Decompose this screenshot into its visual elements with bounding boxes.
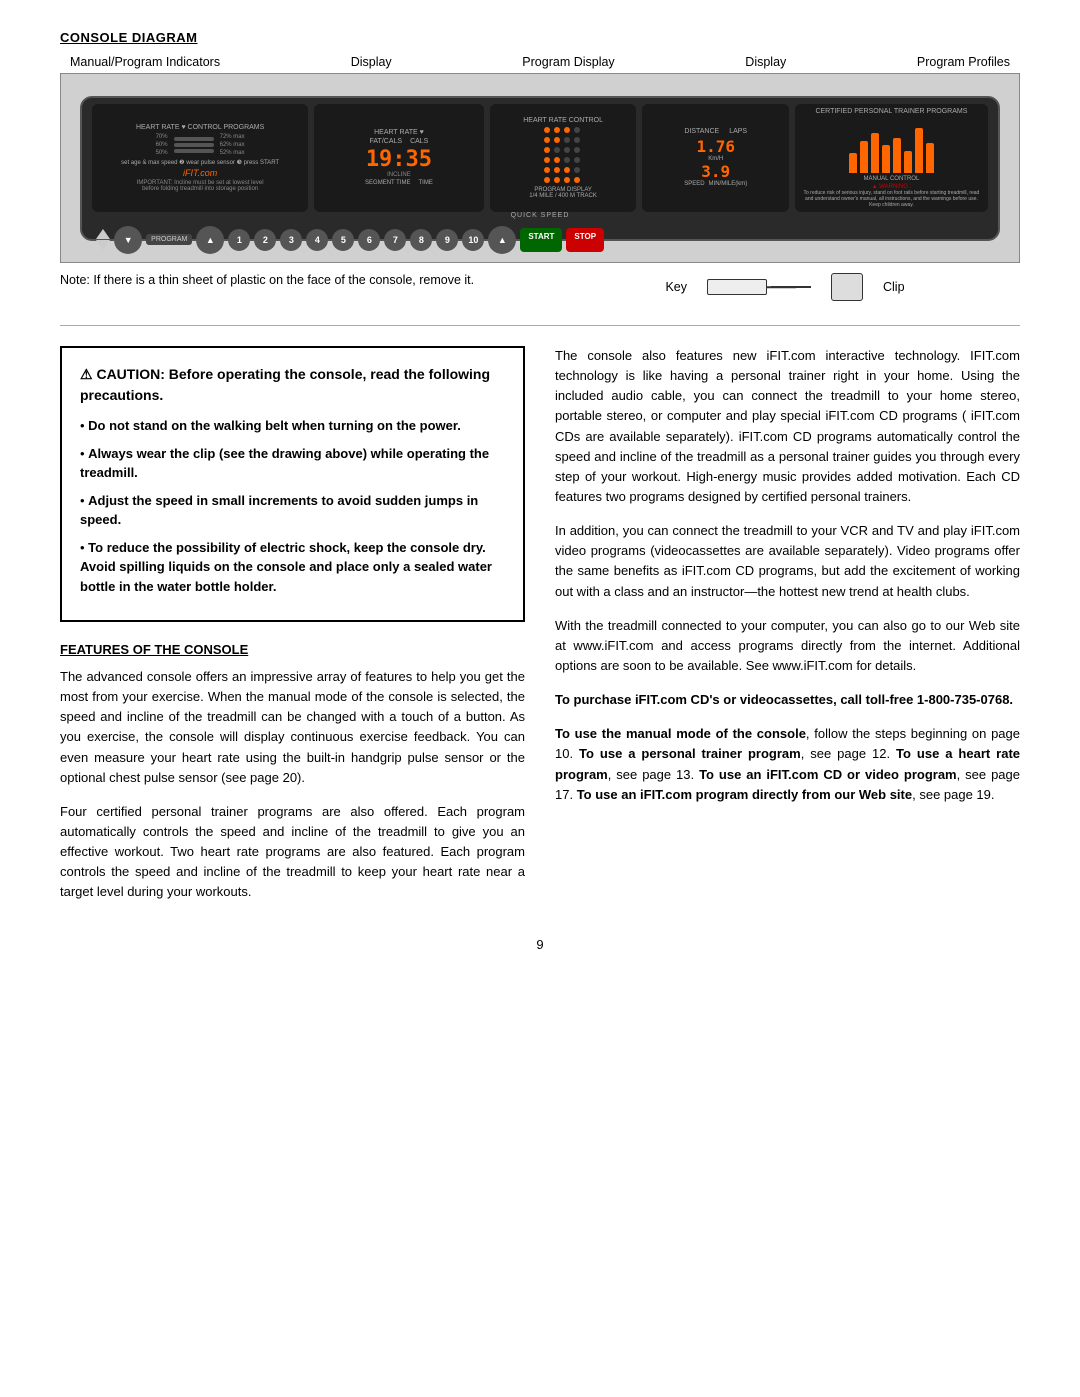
- features-title: FEATURES OF THE CONSOLE: [60, 642, 525, 657]
- incline-up-arrow[interactable]: [96, 229, 110, 239]
- label-program-profiles: Program Profiles: [917, 55, 1010, 69]
- clip-shape: [831, 273, 863, 301]
- profile-bars: [849, 118, 934, 173]
- note-text: Note: If there is a thin sheet of plasti…: [60, 273, 530, 287]
- num-btn-7[interactable]: 7: [384, 229, 406, 251]
- stop-button[interactable]: STOP: [566, 228, 604, 252]
- console-buttons-row: ▼ PROGRAM ▲ 1 2 3 4 5 6 7 8 9 10: [92, 226, 988, 254]
- caution-item-2: Always wear the clip (see the drawing ab…: [80, 444, 505, 483]
- right-paragraph-3: With the treadmill connected to your com…: [555, 616, 1020, 676]
- num-btn-3[interactable]: 3: [280, 229, 302, 251]
- heart-rate-section: HEART RATE ♥ CONTROL PROGRAMS 70% 60% 50…: [92, 104, 308, 212]
- note-content: Note: If there is a thin sheet of plasti…: [60, 273, 474, 287]
- time-display-section: HEART RATE ♥ FAT/CALS CALS 19:35 INCLINE…: [314, 104, 484, 212]
- key-assembly: [707, 279, 811, 295]
- num-btn-10[interactable]: 10: [462, 229, 484, 251]
- left-column: ⚠ CAUTION: Before operating the console,…: [60, 346, 525, 917]
- caution-item-4: To reduce the possibility of electric sh…: [80, 538, 505, 597]
- features-paragraph-1: The advanced console offers an impressiv…: [60, 667, 525, 788]
- num-btn-9[interactable]: 9: [436, 229, 458, 251]
- buttons-area: QUICK SPEED ▼ PROGRAM ▲ 1 2: [92, 212, 988, 254]
- num-btn-6[interactable]: 6: [358, 229, 380, 251]
- caution-item-3: Adjust the speed in small increments to …: [80, 491, 505, 530]
- caution-icon: ⚠: [80, 366, 96, 382]
- start-button[interactable]: START: [520, 228, 562, 252]
- key-label: Key: [665, 280, 687, 294]
- console-diagram-section: CONSOLE DIAGRAM Manual/Program Indicator…: [60, 30, 1020, 301]
- label-display2: Display: [745, 55, 786, 69]
- program-dots: [544, 127, 582, 185]
- program-display-section: HEART RATE CONTROL PROGRAM DISPLAY 1/4 M…: [490, 104, 637, 212]
- program-up-button[interactable]: ▲: [196, 226, 224, 254]
- num-btn-4[interactable]: 4: [306, 229, 328, 251]
- num-btn-2[interactable]: 2: [254, 229, 276, 251]
- program-down-button[interactable]: ▼: [114, 226, 142, 254]
- label-manual-program: Manual/Program Indicators: [70, 55, 220, 69]
- right-paragraph-2: In addition, you can connect the treadmi…: [555, 521, 1020, 602]
- key-clip-area: Key Clip: [550, 273, 1020, 301]
- speed-display-section: DISTANCE LAPS 1.76 Km/H 3.9 SPEED MIN/MI…: [642, 104, 789, 212]
- num-btn-5[interactable]: 5: [332, 229, 354, 251]
- note-row: Note: If there is a thin sheet of plasti…: [60, 273, 1020, 301]
- caution-item-1: Do not stand on the walking belt when tu…: [80, 416, 505, 436]
- label-program-display: Program Display: [522, 55, 614, 69]
- right-paragraph-purchase: To purchase iFIT.com CD's or videocasset…: [555, 690, 1020, 710]
- num-btn-1[interactable]: 1: [228, 229, 250, 251]
- speed-up-button[interactable]: ▲: [488, 226, 516, 254]
- incline-down-arrow[interactable]: [96, 240, 110, 250]
- distance-display: 1.76: [696, 137, 735, 156]
- features-paragraph-2: Four certified personal trainer programs…: [60, 802, 525, 903]
- program-profiles-section: CERTIFIED PERSONAL TRAINER PROGRAMS MANU…: [795, 104, 988, 212]
- speed-display: 3.9: [701, 162, 730, 181]
- caution-box: ⚠ CAUTION: Before operating the console,…: [60, 346, 525, 622]
- caution-title: ⚠ CAUTION: Before operating the console,…: [80, 364, 505, 406]
- section-divider: [60, 325, 1020, 326]
- page-number: 9: [60, 937, 1020, 952]
- quick-speed-label: QUICK SPEED: [92, 212, 988, 219]
- diagram-labels-row: Manual/Program Indicators Display Progra…: [60, 55, 1020, 69]
- console-panel: HEART RATE ♥ CONTROL PROGRAMS 70% 60% 50…: [80, 96, 1000, 241]
- key-shape: [707, 279, 767, 295]
- time-display: 19:35: [366, 147, 432, 172]
- main-content: ⚠ CAUTION: Before operating the console,…: [60, 346, 1020, 917]
- label-display1: Display: [351, 55, 392, 69]
- caution-list: Do not stand on the walking belt when tu…: [80, 416, 505, 596]
- right-paragraph-4: To use the manual mode of the console, f…: [555, 724, 1020, 805]
- right-paragraph-1: The console also features new iFIT.com i…: [555, 346, 1020, 507]
- num-btn-8[interactable]: 8: [410, 229, 432, 251]
- caution-bold: CAUTION:: [96, 366, 164, 382]
- clip-label: Clip: [883, 280, 905, 294]
- console-top-row: HEART RATE ♥ CONTROL PROGRAMS 70% 60% 50…: [92, 104, 988, 212]
- console-diagram-title: CONSOLE DIAGRAM: [60, 30, 1020, 45]
- power-incline-buttons: [96, 229, 110, 250]
- console-image: HEART RATE ♥ CONTROL PROGRAMS 70% 60% 50…: [60, 73, 1020, 263]
- program-button[interactable]: PROGRAM: [146, 234, 192, 245]
- right-column: The console also features new iFIT.com i…: [555, 346, 1020, 917]
